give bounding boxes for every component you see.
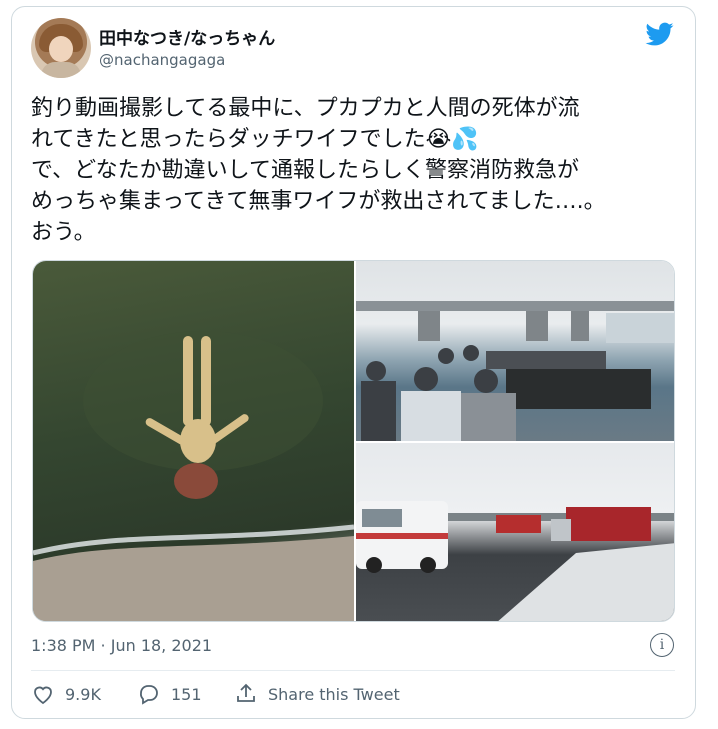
share-label: Share this Tweet (268, 684, 400, 704)
heart-icon (34, 686, 52, 705)
info-icon[interactable]: i (650, 633, 674, 657)
divider (31, 670, 675, 671)
author-handle[interactable]: @nachangagaga (99, 51, 225, 69)
share-icon (237, 683, 255, 702)
photo-floating-doll[interactable] (33, 261, 354, 621)
reply-button[interactable]: 151 (137, 682, 202, 706)
author-name[interactable]: 田中なつき/なっちゃん (99, 24, 275, 49)
photo-emergency-vehicles[interactable] (356, 443, 674, 621)
avatar[interactable] (31, 18, 91, 78)
photo-crowd-pier[interactable] (356, 261, 674, 441)
media-grid[interactable] (32, 260, 675, 622)
share-button[interactable]: Share this Tweet (234, 682, 400, 706)
tweet-timestamp[interactable]: 1:38 PM · Jun 18, 2021 (31, 636, 212, 655)
twitter-bird-icon[interactable] (644, 20, 676, 48)
reply-count: 151 (171, 684, 202, 704)
like-count: 9.9K (65, 684, 101, 704)
like-button[interactable]: 9.9K (31, 682, 101, 706)
speech-bubble-icon (140, 685, 158, 705)
tweet-text: 釣り動画撮影してる最中に、プカプカと人間の死体が流 れてきたと思ったらダッチワイ… (31, 96, 606, 245)
